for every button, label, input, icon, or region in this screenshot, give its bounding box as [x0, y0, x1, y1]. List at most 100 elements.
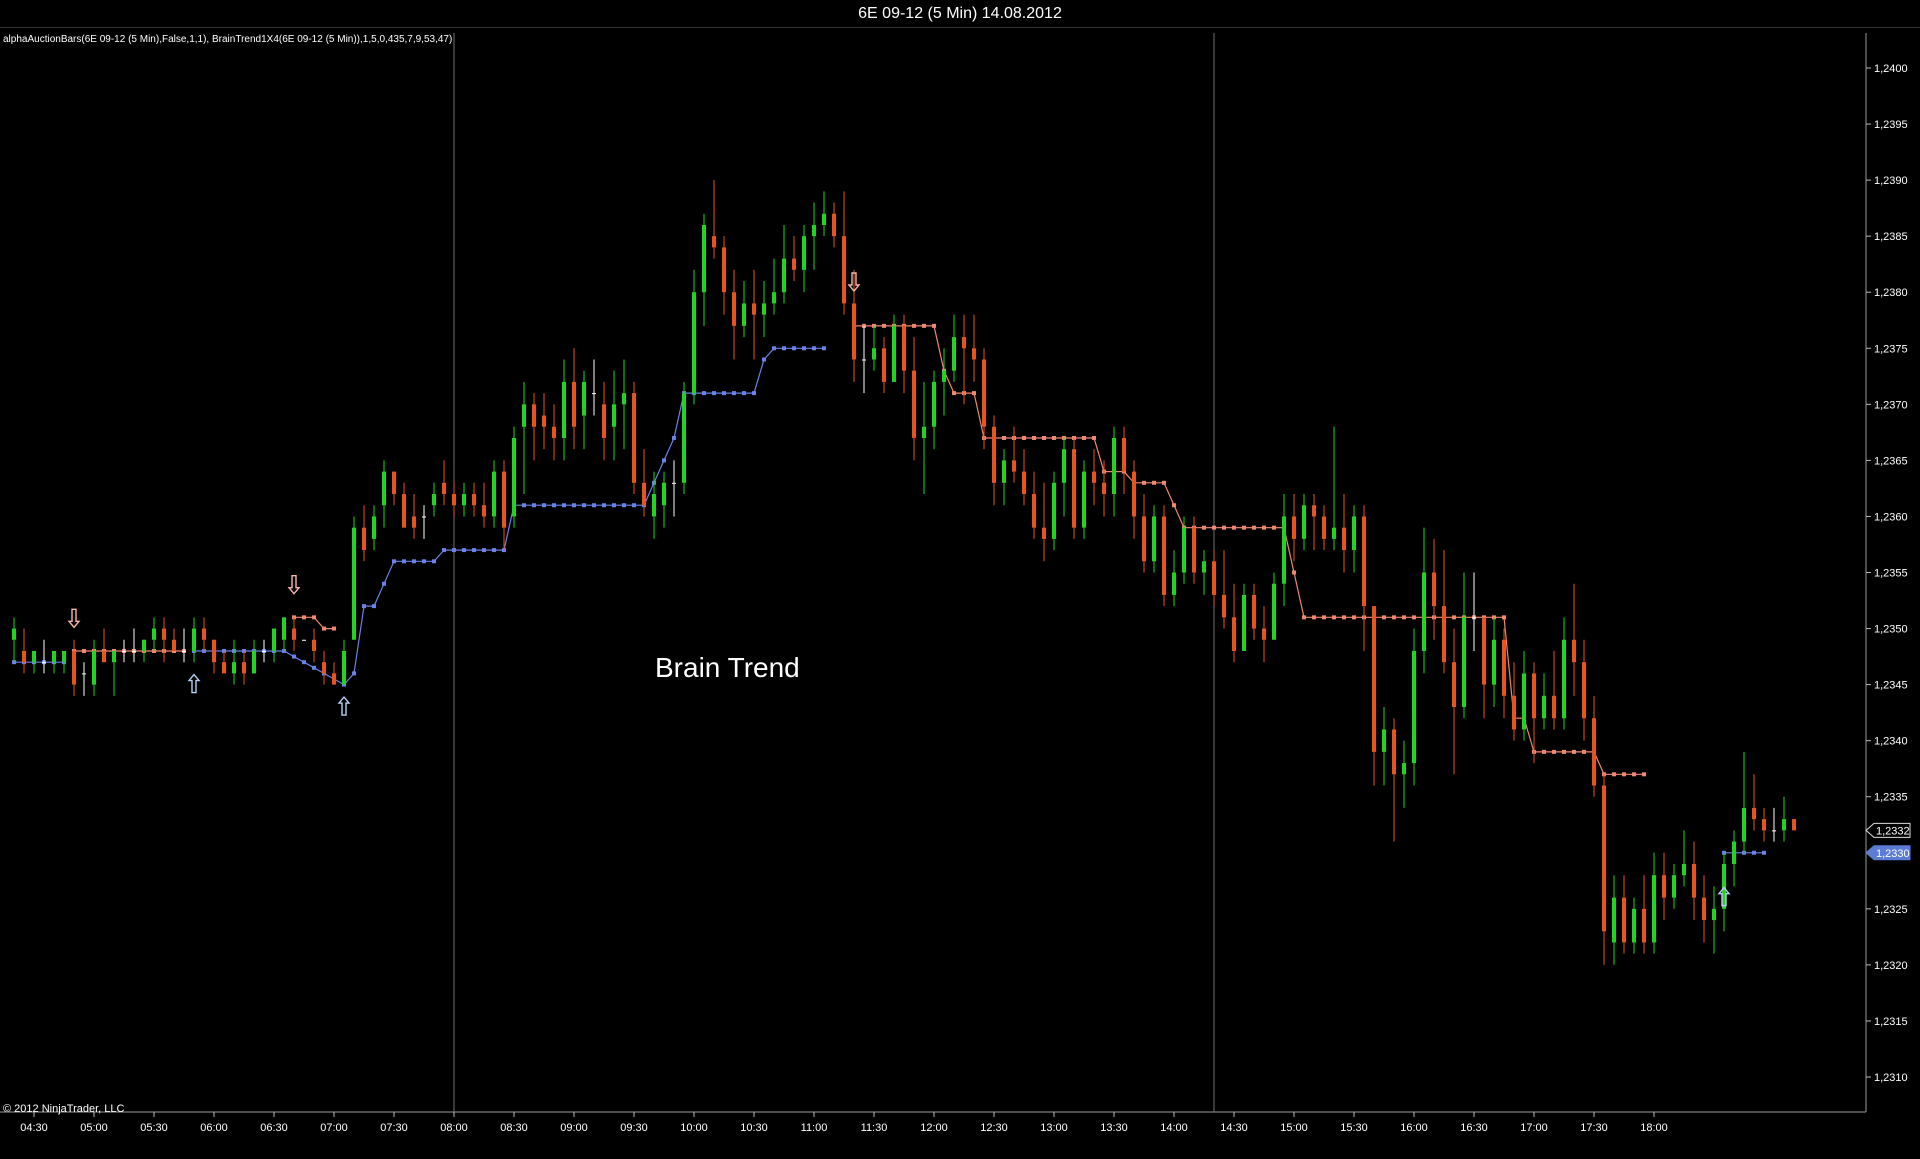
candle-body [822, 213, 826, 225]
x-tick-label: 14:30 [1220, 1122, 1248, 1134]
candle-body [502, 471, 506, 528]
candle-body [352, 527, 356, 640]
candle-body [1772, 830, 1776, 832]
candle-body [1622, 897, 1626, 943]
y-tick-label: 1,2310 [1874, 1072, 1908, 1084]
candle-body [1182, 527, 1186, 573]
candle-body [1552, 695, 1556, 719]
resistance-dot [1582, 749, 1586, 754]
support-dot [532, 503, 536, 508]
support-dot [312, 665, 316, 670]
x-tick-label: 16:00 [1400, 1122, 1428, 1134]
candle-body [1712, 908, 1716, 921]
candle-body [392, 471, 396, 495]
candle-body [952, 337, 956, 371]
resistance-dot [1542, 749, 1546, 754]
indicator-label: alphaAuctionBars(6E 09-12 (5 Min),False,… [3, 34, 452, 45]
resistance-dot [302, 615, 306, 620]
candle-body [252, 650, 256, 674]
candle-body [562, 381, 566, 438]
support-dot [522, 503, 526, 508]
x-tick-label: 12:00 [920, 1122, 948, 1134]
candle-body [1282, 516, 1286, 584]
candle-body [702, 224, 706, 293]
candle-body [672, 482, 676, 484]
support-dot [372, 604, 376, 609]
candle-body [612, 404, 616, 427]
resistance-dot [1242, 525, 1246, 530]
candle-body [42, 662, 46, 664]
candle-body [1002, 460, 1006, 483]
brain-trend-lines [12, 323, 1766, 855]
support-dot [822, 346, 826, 351]
candle-body [132, 650, 136, 652]
candle-body [1102, 482, 1106, 495]
x-tick-label: 06:00 [200, 1122, 228, 1134]
candle-body [622, 393, 626, 405]
support-dot [722, 391, 726, 396]
candle-body [142, 639, 146, 651]
x-tick-label: 10:30 [740, 1122, 768, 1134]
candle-body [1132, 471, 1136, 517]
candle-body [1752, 807, 1756, 820]
candle-body [1512, 695, 1516, 730]
resistance-dot [332, 626, 336, 631]
candle-body [892, 325, 896, 382]
candle-body [1362, 516, 1366, 607]
candle-body [232, 662, 236, 674]
y-tick-label: 1,2315 [1874, 1016, 1908, 1028]
resistance-dot [322, 626, 326, 631]
support-dot [562, 503, 566, 508]
candle-body [1642, 908, 1646, 943]
x-tick-label: 09:00 [560, 1122, 588, 1134]
resistance-dot [1092, 435, 1096, 440]
candle-body [842, 236, 846, 304]
candle-body [1032, 494, 1036, 528]
candle-body [462, 494, 466, 506]
candles [12, 180, 1796, 965]
x-tick-label: 11:00 [801, 1122, 828, 1134]
candle-body [1732, 841, 1736, 864]
price-chart[interactable]: 1,2310 1,2315 1,2320 1,2325 1,2330 1,2335 1,23… [0, 0, 1920, 1159]
x-tick-label: 07:30 [380, 1122, 408, 1134]
resistance-dot [1622, 772, 1626, 777]
candle-body [422, 516, 426, 518]
candle-body [1272, 583, 1276, 640]
candle-body [1152, 516, 1156, 562]
resistance-dot [1632, 772, 1636, 777]
candle-body [1462, 617, 1466, 708]
resistance-dot [1612, 772, 1616, 777]
candle-body [1682, 863, 1686, 876]
x-tick-label: 13:00 [1040, 1122, 1068, 1134]
y-tick-label: 1,2325 [1874, 904, 1908, 916]
resistance-dot [1402, 615, 1406, 620]
resistance-dot [1342, 615, 1346, 620]
candle-body [1422, 572, 1426, 651]
candle-body [282, 617, 286, 640]
candle-body [962, 337, 966, 349]
support-dot [1762, 850, 1766, 855]
up-arrow-icon [337, 695, 351, 716]
candle-body [182, 650, 186, 652]
x-tick-label: 07:00 [320, 1122, 348, 1134]
candle-body [1612, 897, 1616, 943]
candle-body [602, 404, 606, 438]
candle-body [432, 494, 436, 506]
y-tick-label: 1,2335 [1874, 792, 1908, 804]
support-dot [622, 503, 626, 508]
candle-body [1582, 662, 1586, 719]
x-tick-label: 12:30 [980, 1122, 1008, 1134]
candle-body [412, 516, 416, 528]
resistance-dot [1322, 615, 1326, 620]
candle-body [1092, 471, 1096, 483]
resistance-dot [1022, 435, 1026, 440]
support-dot [592, 503, 596, 508]
candle-body [542, 415, 546, 427]
candle-body [1522, 673, 1526, 730]
candle-body [452, 494, 456, 506]
candle-body [112, 650, 116, 663]
resistance-dot [952, 391, 956, 396]
resistance-dot [882, 323, 886, 328]
candle-body [52, 650, 56, 663]
candle-body [1142, 516, 1146, 562]
